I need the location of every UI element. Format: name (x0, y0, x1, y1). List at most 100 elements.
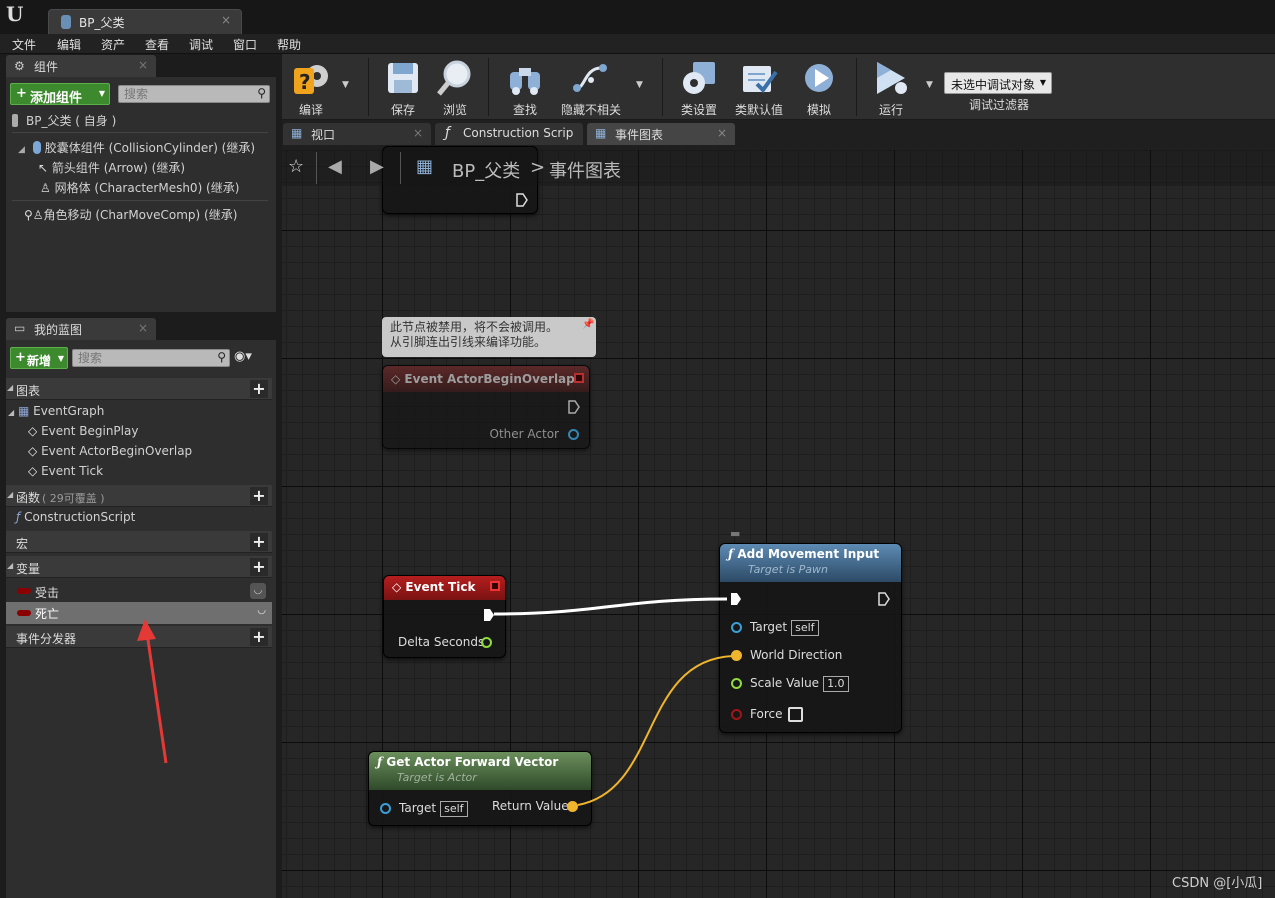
section-graphs[interactable]: ◢ 图表 + (6, 378, 272, 400)
exec-out-pin-icon[interactable] (516, 193, 528, 207)
delegate-pin-icon[interactable] (490, 581, 500, 591)
hide-unrelated-button[interactable]: 隐藏不相关 (556, 58, 626, 118)
pin-label: Scale Value (750, 676, 820, 690)
pin-label: Target (399, 801, 437, 815)
event-item[interactable]: ◇ Event BeginPlay (28, 424, 138, 438)
vector-pin-icon[interactable] (567, 801, 578, 812)
object-pin-icon[interactable] (731, 622, 742, 633)
event-diamond-icon: ◇ (28, 444, 38, 458)
float-pin-icon[interactable] (481, 637, 492, 648)
exec-out-pin-icon[interactable] (878, 592, 890, 606)
component-item[interactable]: ♙ 网格体 (CharacterMesh0) (继承) (40, 179, 239, 196)
menu-edit[interactable]: 编辑 (57, 36, 81, 53)
menu-view[interactable]: 查看 (145, 36, 169, 53)
add-variable-button[interactable]: + (250, 558, 268, 576)
menu-file[interactable]: 文件 (12, 36, 36, 53)
browse-button[interactable]: 浏览 (432, 58, 478, 118)
unreal-logo-icon[interactable]: U (6, 2, 28, 26)
divider (400, 152, 401, 184)
graph-node-event-tick[interactable]: ◇ Event Tick Delta Seconds (383, 575, 506, 658)
forward-arrow-icon[interactable]: ▶ (370, 156, 384, 177)
construction-script-item[interactable]: ƒ ConstructionScript (16, 510, 135, 524)
simulate-button[interactable]: 模拟 (796, 58, 842, 118)
hide-unrelated-options-arrow-icon[interactable]: ▼ (636, 80, 643, 90)
exec-out-pin-icon[interactable] (568, 400, 580, 414)
object-pin-icon[interactable] (568, 429, 579, 440)
menu-help[interactable]: 帮助 (277, 36, 301, 53)
section-macros[interactable]: 宏 + (6, 531, 272, 553)
component-item[interactable]: ◢ 胶囊体组件 (CollisionCylinder) (继承) (18, 139, 255, 156)
back-arrow-icon[interactable]: ◀ (328, 156, 342, 177)
add-dispatcher-button[interactable]: + (250, 628, 268, 646)
variable-row[interactable]: 受击 ◡ (6, 581, 272, 601)
close-icon[interactable]: × (717, 126, 727, 140)
breadcrumb-blueprint[interactable]: BP_父类 (452, 157, 520, 183)
tab-event-graph[interactable]: ▦ 事件图表 × (587, 123, 735, 145)
visibility-toggle-icon[interactable]: ◡ (257, 605, 266, 616)
comment-bubble-icon[interactable]: ▬ (730, 527, 740, 540)
breadcrumb-graph[interactable]: 事件图表 (549, 157, 621, 183)
visibility-toggle-icon[interactable]: ◡ (250, 583, 266, 599)
save-icon (383, 58, 423, 98)
class-settings-button[interactable]: 类设置 (674, 58, 724, 118)
graph-node-get-actor-forward-vector[interactable]: ƒ Get Actor Forward Vector Target is Act… (368, 751, 592, 826)
event-item[interactable]: ◇ Event ActorBeginOverlap (28, 444, 192, 458)
my-blueprint-tab[interactable]: ▭ 我的蓝图 × (6, 318, 156, 340)
close-tab-icon[interactable]: × (221, 13, 231, 27)
document-tab[interactable]: BP_父类 × (48, 9, 242, 34)
float-pin-icon[interactable] (731, 678, 742, 689)
component-item[interactable]: ↖ 箭头组件 (Arrow) (继承) (38, 159, 185, 176)
force-checkbox[interactable] (788, 707, 803, 722)
pin-comment-icon[interactable]: 📌 (582, 319, 594, 330)
favorite-star-icon[interactable]: ☆ (288, 156, 304, 177)
exec-in-pin-icon[interactable] (730, 592, 742, 606)
component-root[interactable]: BP_父类 ( 自身 ) (12, 112, 116, 129)
tab-construction-script[interactable]: ƒ Construction Scrip (435, 123, 583, 145)
debug-filter-label: 调试过滤器 (969, 98, 1030, 112)
close-icon[interactable]: × (413, 126, 423, 140)
pin-label: Return Value (492, 799, 569, 813)
blueprint-search-input[interactable]: 搜索 ⚲ (72, 349, 230, 367)
components-tab[interactable]: ⚙ 组件 × (6, 55, 156, 77)
target-default-value[interactable]: self (440, 801, 468, 817)
object-pin-icon[interactable] (380, 803, 391, 814)
components-search-input[interactable]: 搜索 ⚲ (118, 85, 270, 103)
graph-node-add-movement-input[interactable]: ƒ Add Movement Input Target is Pawn Targ… (719, 543, 902, 733)
debug-object-select[interactable]: 未选中调试对象 ▼ (944, 72, 1052, 94)
menu-window[interactable]: 窗口 (233, 36, 257, 53)
save-button[interactable]: 保存 (380, 58, 426, 118)
scale-value-input[interactable]: 1.0 (823, 676, 849, 692)
find-button[interactable]: 查找 (502, 58, 548, 118)
new-button[interactable]: + 新增 ▼ (10, 347, 68, 369)
vector-pin-icon[interactable] (731, 650, 742, 661)
compile-button[interactable]: ? 编译 (286, 58, 336, 118)
class-defaults-button[interactable]: 类默认值 (732, 58, 786, 118)
target-default-value[interactable]: self (791, 620, 819, 636)
section-functions[interactable]: ◢ 函数 ( 29可覆盖 ) + (6, 485, 272, 507)
add-component-button[interactable]: + 添加组件 ▼ (10, 83, 110, 106)
add-function-button[interactable]: + (250, 487, 268, 505)
event-item[interactable]: ◇ Event Tick (28, 464, 103, 478)
event-diamond-icon: ◇ (28, 424, 38, 438)
component-item[interactable]: ⚲♙角色移动 (CharMoveComp) (继承) (24, 206, 237, 223)
boolean-pin-icon[interactable] (731, 709, 742, 720)
play-button[interactable]: 运行 (868, 58, 914, 118)
simulate-gear-play-icon (799, 58, 839, 98)
node-header: ◇ Event ActorBeginOverlap (383, 366, 589, 392)
menu-debug[interactable]: 调试 (189, 36, 213, 53)
add-macro-button[interactable]: + (250, 533, 268, 551)
delegate-pin-icon[interactable] (574, 373, 584, 383)
close-icon[interactable]: × (138, 321, 148, 335)
section-variables[interactable]: ◢ 变量 + (6, 556, 272, 578)
menu-asset[interactable]: 资产 (101, 36, 125, 53)
add-graph-button[interactable]: + (250, 380, 268, 398)
event-graph-item[interactable]: ◢ ▦ EventGraph (8, 404, 104, 418)
compile-options-arrow-icon[interactable]: ▼ (342, 80, 349, 90)
close-icon[interactable]: × (138, 58, 148, 72)
play-options-arrow-icon[interactable]: ▼ (926, 80, 933, 90)
exec-out-pin-icon[interactable] (483, 608, 495, 622)
add-component-label: 添加组件 (30, 91, 83, 106)
tab-viewport[interactable]: ▦ 视口 × (283, 123, 431, 145)
graph-node-actor-begin-overlap[interactable]: ◇ Event ActorBeginOverlap Other Actor (382, 365, 590, 449)
visibility-eye-icon[interactable]: ◉▾ (234, 349, 252, 364)
